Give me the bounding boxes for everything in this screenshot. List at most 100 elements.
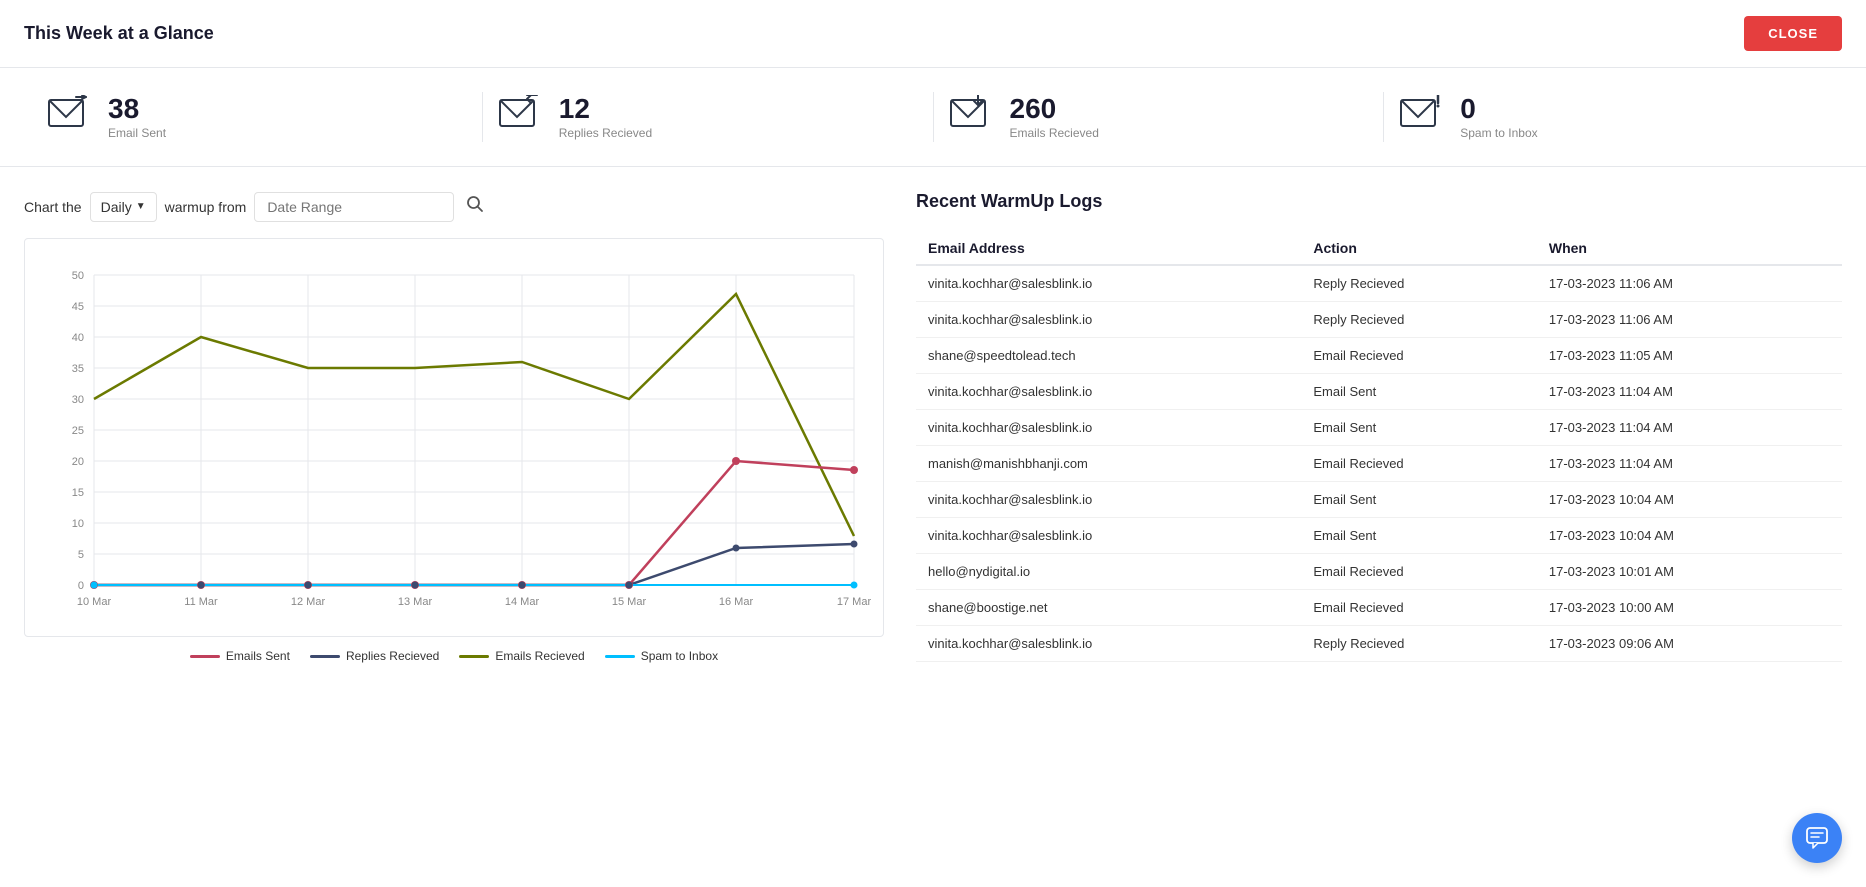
svg-text:50: 50 xyxy=(72,270,84,282)
stat-spam-value: 0 xyxy=(1460,94,1537,125)
svg-text:14 Mar: 14 Mar xyxy=(505,596,540,608)
svg-text:25: 25 xyxy=(72,425,84,437)
stat-emails-received-value: 260 xyxy=(1010,94,1099,125)
svg-text:10: 10 xyxy=(72,518,84,530)
logs-table-header: Email Address Action When xyxy=(916,232,1842,265)
legend-spam: Spam to Inbox xyxy=(605,649,718,663)
table-row: vinita.kochhar@salesblink.ioEmail Sent17… xyxy=(916,482,1842,518)
chart-controls: Chart the Daily ▼ warmup from xyxy=(24,191,884,222)
chat-button[interactable] xyxy=(1792,813,1842,863)
stats-row: 38 Email Sent 12 Replies Recieved xyxy=(0,68,1866,167)
table-row: vinita.kochhar@salesblink.ioReply Reciev… xyxy=(916,265,1842,302)
svg-text:15 Mar: 15 Mar xyxy=(612,596,647,608)
table-cell-when: 17-03-2023 11:04 AM xyxy=(1537,374,1842,410)
table-row: hello@nydigital.ioEmail Recieved17-03-20… xyxy=(916,554,1842,590)
svg-text:30: 30 xyxy=(72,394,84,406)
svg-text:15: 15 xyxy=(72,487,84,499)
table-cell-action: Email Sent xyxy=(1301,482,1537,518)
stat-email-sent: 38 Email Sent xyxy=(48,94,466,141)
send-email-icon xyxy=(48,95,92,139)
table-row: vinita.kochhar@salesblink.ioEmail Sent17… xyxy=(916,518,1842,554)
legend-emails-sent-label: Emails Sent xyxy=(226,649,290,663)
legend-emails-received: Emails Recieved xyxy=(459,649,584,663)
svg-text:35: 35 xyxy=(72,363,84,375)
chart-legend: Emails Sent Replies Recieved Emails Reci… xyxy=(24,649,884,663)
line-chart: 0 5 10 15 20 25 30 35 40 45 50 10 Mar 11… xyxy=(33,255,875,625)
table-row: vinita.kochhar@salesblink.ioEmail Sent17… xyxy=(916,410,1842,446)
table-cell-email: vinita.kochhar@salesblink.io xyxy=(916,374,1301,410)
table-cell-when: 17-03-2023 10:04 AM xyxy=(1537,518,1842,554)
table-row: shane@speedtolead.techEmail Recieved17-0… xyxy=(916,338,1842,374)
legend-emails-sent-color xyxy=(190,655,220,658)
svg-text:5: 5 xyxy=(78,549,84,561)
stat-replies-label: Replies Recieved xyxy=(559,126,652,140)
svg-text:40: 40 xyxy=(72,332,84,344)
logs-table-body: vinita.kochhar@salesblink.ioReply Reciev… xyxy=(916,265,1842,662)
table-cell-action: Reply Recieved xyxy=(1301,302,1537,338)
reply-email-icon xyxy=(499,95,543,139)
stat-emails-received-info: 260 Emails Recieved xyxy=(1010,94,1099,141)
legend-emails-received-color xyxy=(459,655,489,658)
legend-replies-label: Replies Recieved xyxy=(346,649,439,663)
table-cell-when: 17-03-2023 10:01 AM xyxy=(1537,554,1842,590)
col-when: When xyxy=(1537,232,1842,265)
table-cell-action: Email Sent xyxy=(1301,410,1537,446)
legend-spam-color xyxy=(605,655,635,658)
spam-email-icon xyxy=(1400,95,1444,139)
svg-text:16 Mar: 16 Mar xyxy=(719,596,754,608)
chart-prefix-label: Chart the xyxy=(24,199,82,215)
table-cell-email: hello@nydigital.io xyxy=(916,554,1301,590)
page-title: This Week at a Glance xyxy=(24,23,214,44)
stat-email-sent-label: Email Sent xyxy=(108,126,166,140)
col-email: Email Address xyxy=(916,232,1301,265)
table-cell-when: 17-03-2023 10:00 AM xyxy=(1537,590,1842,626)
legend-replies-color xyxy=(310,655,340,658)
table-row: vinita.kochhar@salesblink.ioReply Reciev… xyxy=(916,626,1842,662)
svg-text:0: 0 xyxy=(78,580,84,592)
date-range-input[interactable] xyxy=(254,192,454,222)
chart-suffix-label: warmup from xyxy=(165,199,247,215)
stat-spam: 0 Spam to Inbox xyxy=(1400,94,1818,141)
chart-section: Chart the Daily ▼ warmup from xyxy=(24,191,884,663)
table-cell-action: Email Sent xyxy=(1301,374,1537,410)
table-cell-action: Email Recieved xyxy=(1301,446,1537,482)
stat-emails-received: 260 Emails Recieved xyxy=(950,94,1368,141)
svg-text:45: 45 xyxy=(72,301,84,313)
table-row: shane@boostige.netEmail Recieved17-03-20… xyxy=(916,590,1842,626)
right-section: Recent WarmUp Logs Email Address Action … xyxy=(884,191,1842,663)
table-cell-when: 17-03-2023 11:06 AM xyxy=(1537,302,1842,338)
svg-text:20: 20 xyxy=(72,456,84,468)
table-cell-email: vinita.kochhar@salesblink.io xyxy=(916,265,1301,302)
table-cell-action: Email Sent xyxy=(1301,518,1537,554)
legend-spam-label: Spam to Inbox xyxy=(641,649,718,663)
stat-divider-2 xyxy=(933,92,934,142)
stat-divider-1 xyxy=(482,92,483,142)
chevron-down-icon: ▼ xyxy=(136,201,146,212)
search-button[interactable] xyxy=(462,191,488,222)
table-row: vinita.kochhar@salesblink.ioReply Reciev… xyxy=(916,302,1842,338)
svg-text:10 Mar: 10 Mar xyxy=(77,596,112,608)
stat-email-sent-value: 38 xyxy=(108,94,166,125)
stat-email-sent-info: 38 Email Sent xyxy=(108,94,166,141)
table-cell-when: 17-03-2023 10:04 AM xyxy=(1537,482,1842,518)
logs-table: Email Address Action When vinita.kochhar… xyxy=(916,232,1842,662)
table-cell-email: shane@boostige.net xyxy=(916,590,1301,626)
stat-spam-info: 0 Spam to Inbox xyxy=(1460,94,1537,141)
table-cell-action: Reply Recieved xyxy=(1301,626,1537,662)
table-cell-action: Email Recieved xyxy=(1301,590,1537,626)
table-cell-action: Email Recieved xyxy=(1301,554,1537,590)
chart-interval-dropdown[interactable]: Daily ▼ xyxy=(90,192,157,222)
stat-spam-label: Spam to Inbox xyxy=(1460,126,1537,140)
col-action: Action xyxy=(1301,232,1537,265)
close-button[interactable]: CLOSE xyxy=(1744,16,1842,51)
svg-text:13 Mar: 13 Mar xyxy=(398,596,433,608)
svg-text:11 Mar: 11 Mar xyxy=(184,596,218,608)
recent-logs-title: Recent WarmUp Logs xyxy=(916,191,1842,212)
svg-text:17 Mar: 17 Mar xyxy=(837,596,872,608)
stat-replies: 12 Replies Recieved xyxy=(499,94,917,141)
table-cell-when: 17-03-2023 11:04 AM xyxy=(1537,446,1842,482)
table-cell-email: manish@manishbhanji.com xyxy=(916,446,1301,482)
page-header: This Week at a Glance CLOSE xyxy=(0,0,1866,68)
table-cell-email: vinita.kochhar@salesblink.io xyxy=(916,518,1301,554)
table-cell-email: vinita.kochhar@salesblink.io xyxy=(916,626,1301,662)
